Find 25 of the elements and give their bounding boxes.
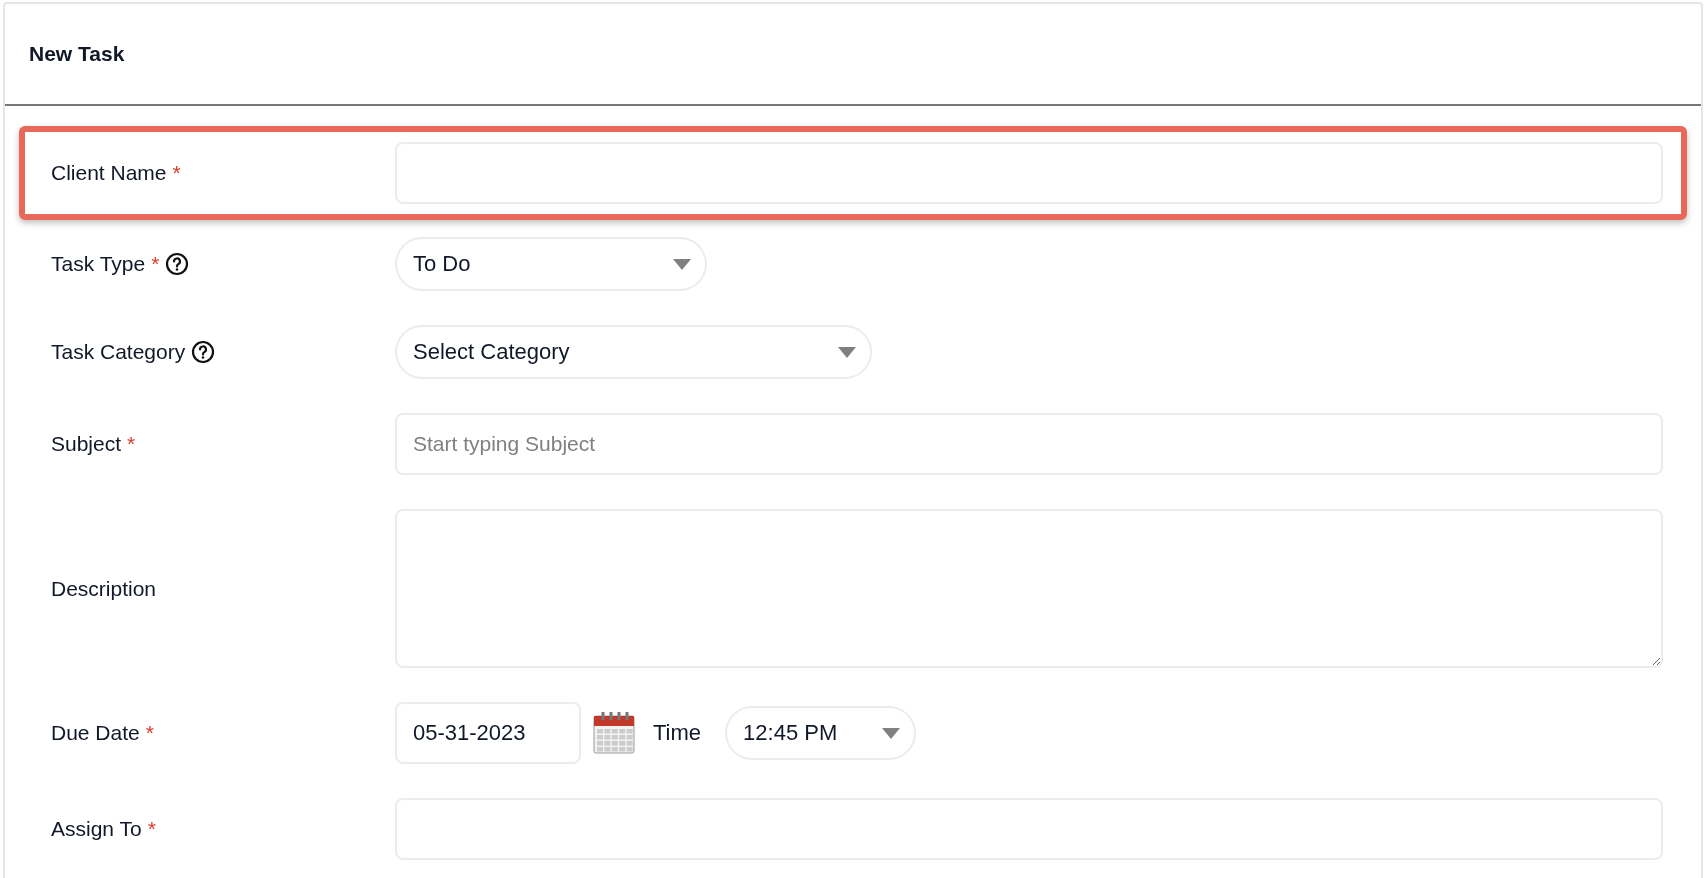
help-icon[interactable] — [191, 340, 216, 364]
field-label: Task Category — [51, 340, 186, 364]
date-field[interactable]: 05-31-2023 — [395, 702, 581, 764]
dropdown[interactable]: To Do — [395, 237, 707, 291]
required-mark: * — [127, 432, 136, 456]
required-mark: * — [145, 721, 154, 745]
dropdown[interactable]: Select Category — [395, 325, 872, 379]
field-label: Description — [51, 576, 157, 601]
caret-icon — [882, 727, 901, 739]
required-mark: * — [172, 161, 181, 185]
field-label: Client Name — [51, 161, 167, 185]
required-mark: * — [151, 252, 160, 276]
time-dropdown[interactable]: 12:45 PM — [725, 706, 917, 760]
field-label: Assign To — [51, 817, 142, 841]
required-mark: * — [147, 817, 156, 841]
caret-icon — [838, 346, 856, 358]
text-field[interactable]: Start typing Subject — [395, 413, 1663, 475]
time-label: Time — [653, 720, 702, 746]
field-label: Task Type — [51, 252, 146, 276]
caret-icon — [673, 258, 691, 270]
field-label: Subject — [51, 432, 122, 456]
help-icon[interactable] — [165, 252, 190, 276]
calendar-icon[interactable] — [591, 710, 637, 756]
panel-title: New Task — [29, 42, 125, 66]
field-label: Due Date — [51, 721, 140, 745]
